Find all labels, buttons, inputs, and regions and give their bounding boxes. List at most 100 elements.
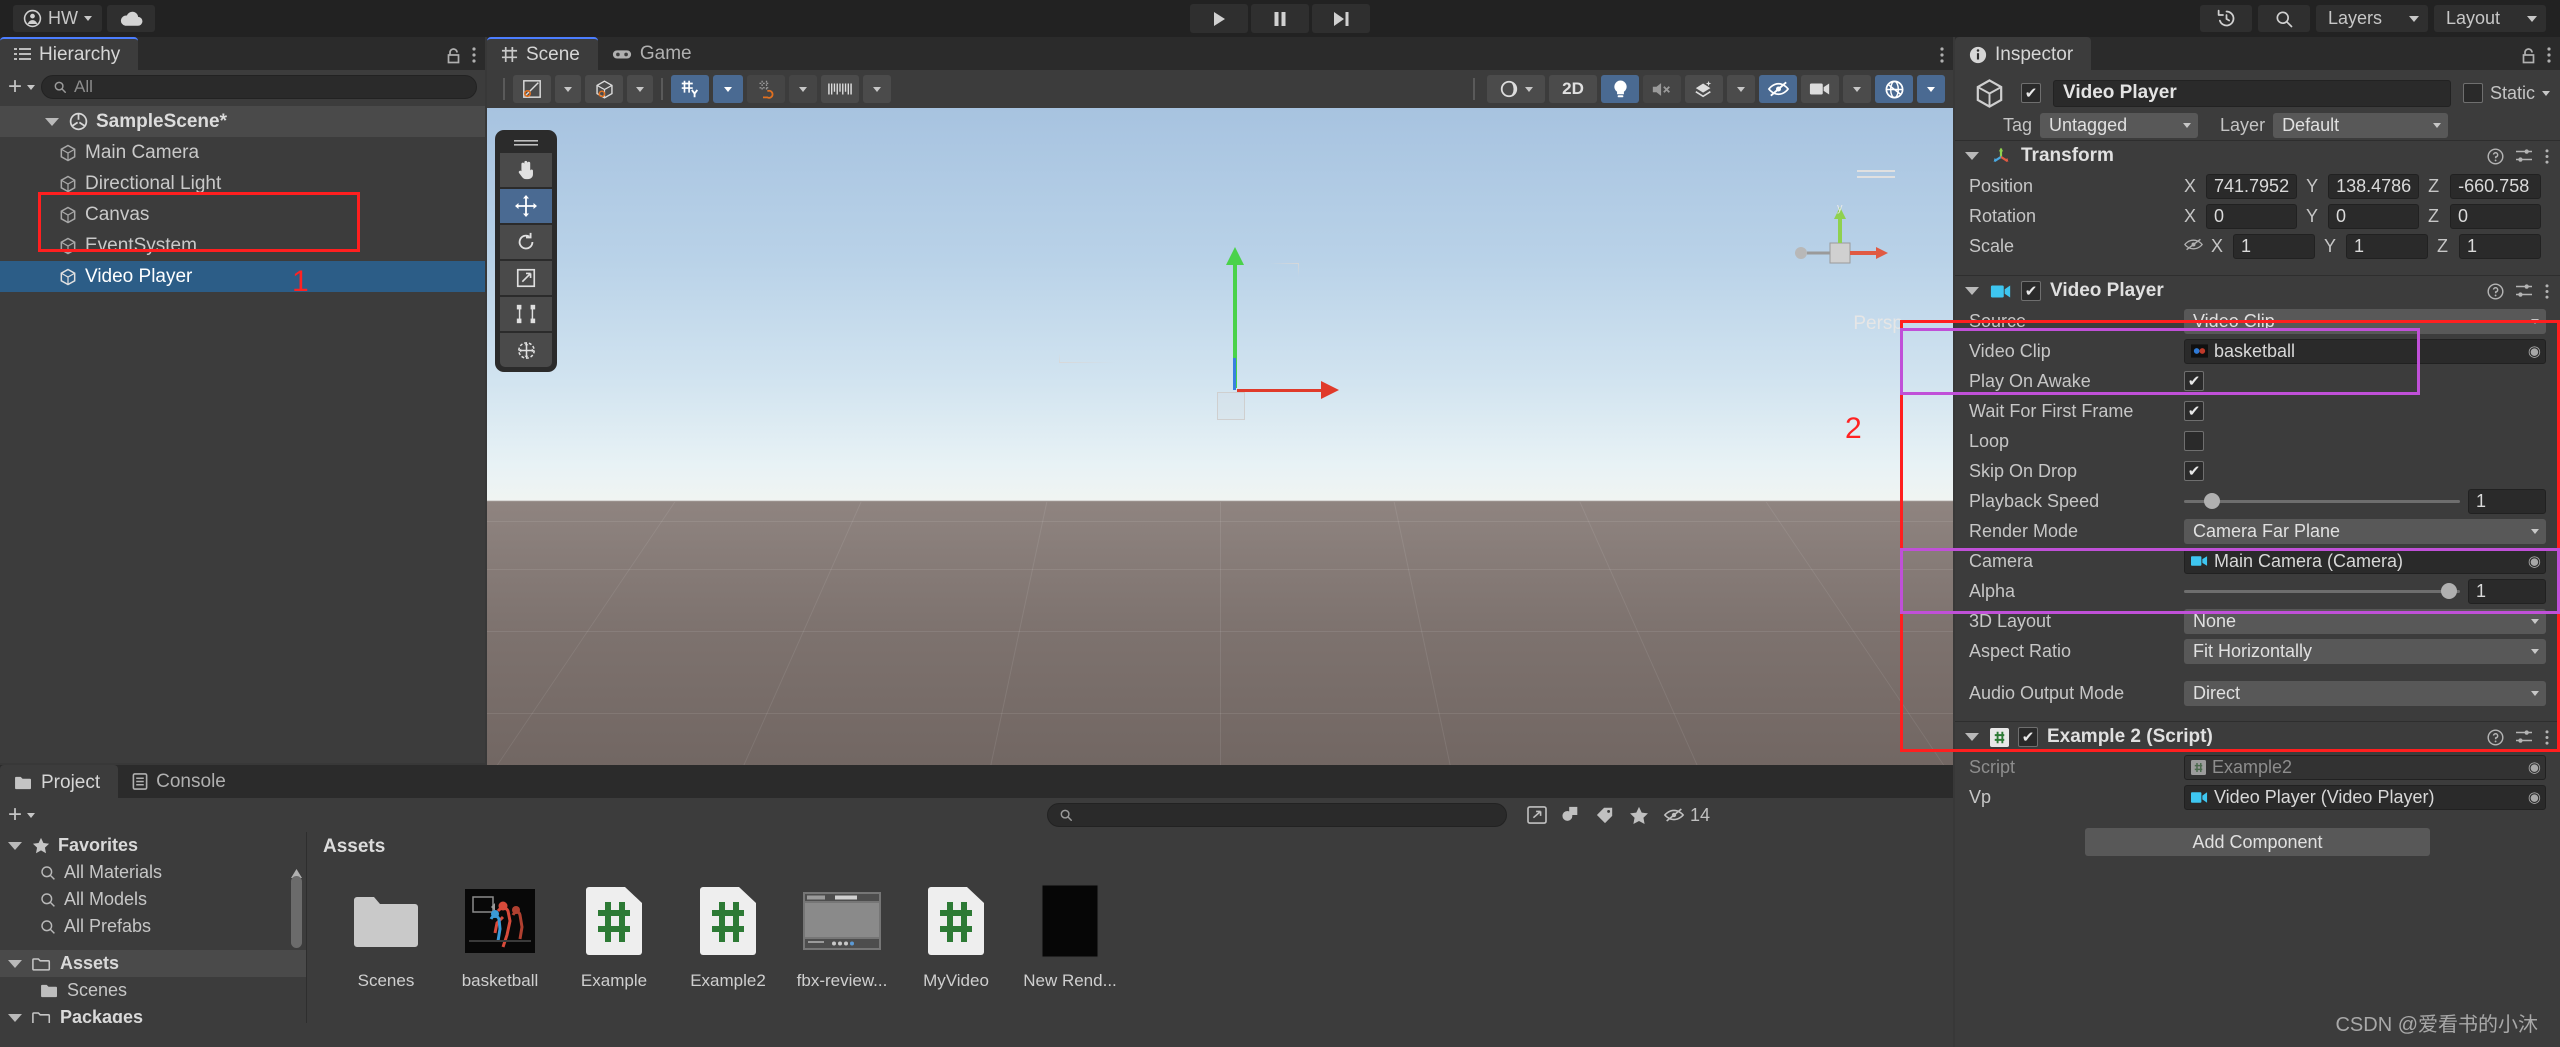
- favorites-star-icon[interactable]: [1629, 806, 1649, 825]
- snap-increment-dropdown[interactable]: [789, 75, 817, 103]
- hierarchy-item-eventsystem[interactable]: EventSystem: [0, 230, 485, 261]
- aspect-ratio-dropdown[interactable]: Fit Horizontally: [2184, 638, 2546, 664]
- play-on-awake-checkbox[interactable]: ✔: [2184, 371, 2204, 391]
- project-tree-assets[interactable]: Assets: [0, 950, 306, 977]
- help-icon[interactable]: [2487, 147, 2504, 165]
- chevron-down-icon[interactable]: [45, 117, 59, 126]
- chevron-down-icon[interactable]: [8, 1013, 22, 1022]
- help-icon[interactable]: [2487, 728, 2504, 746]
- object-picker-icon[interactable]: ◉: [2528, 342, 2541, 360]
- skip-on-drop-checkbox[interactable]: ✔: [2184, 461, 2204, 481]
- project-tree-all-prefabs[interactable]: All Prefabs: [0, 913, 306, 940]
- chevron-down-icon[interactable]: [1965, 287, 1979, 295]
- grid-snap-toggle[interactable]: [671, 75, 709, 103]
- kebab-menu-icon[interactable]: [2544, 148, 2550, 165]
- hand-tool-button[interactable]: [500, 153, 552, 187]
- chevron-down-icon[interactable]: [2542, 90, 2550, 96]
- toggle-2d-button[interactable]: 2D: [1549, 75, 1597, 103]
- script-enabled-checkbox[interactable]: ✔: [2018, 727, 2038, 747]
- cloud-button[interactable]: [107, 5, 155, 32]
- hierarchy-search-input[interactable]: All: [41, 75, 477, 99]
- chevron-down-icon[interactable]: [8, 959, 22, 968]
- project-tree-scenes[interactable]: Scenes: [0, 977, 306, 1004]
- pivot-mode-button[interactable]: [513, 75, 551, 103]
- tab-hierarchy[interactable]: Hierarchy: [0, 37, 139, 70]
- project-tree-favorites[interactable]: Favorites: [0, 832, 306, 859]
- account-button[interactable]: HW: [13, 5, 102, 32]
- chevron-down-icon[interactable]: [1965, 152, 1979, 160]
- video-player-component-header[interactable]: ✔ Video Player: [1955, 275, 2560, 306]
- pause-button[interactable]: [1251, 4, 1309, 33]
- asset-item-example[interactable]: Example: [557, 880, 671, 991]
- asset-item-fbx-review[interactable]: fbx-review...: [785, 880, 899, 991]
- tag-dropdown[interactable]: Untagged: [2040, 112, 2199, 138]
- hierarchy-item-directional-light[interactable]: Directional Light: [0, 168, 485, 199]
- kebab-menu-icon[interactable]: [2544, 283, 2550, 300]
- loop-checkbox[interactable]: [2184, 431, 2204, 451]
- transform-tool-button[interactable]: [500, 333, 552, 367]
- vp-object-field[interactable]: Video Player (Video Player) ◉: [2184, 784, 2546, 810]
- step-button[interactable]: [1312, 4, 1370, 33]
- position-x-input[interactable]: 741.7952: [2206, 173, 2298, 199]
- snap-increment-toggle[interactable]: [747, 75, 785, 103]
- playback-speed-input[interactable]: 1: [2468, 488, 2546, 514]
- tab-project[interactable]: Project: [0, 765, 119, 798]
- scale-x-input[interactable]: 1: [2233, 233, 2315, 259]
- project-add-button[interactable]: +: [8, 803, 36, 827]
- move-gizmo-x-axis[interactable]: [1237, 381, 1339, 399]
- scene-camera-settings-button[interactable]: [821, 75, 859, 103]
- layers-dropdown[interactable]: Layers: [2316, 5, 2428, 32]
- alpha-slider[interactable]: [2184, 582, 2460, 599]
- scene-orientation-gizmo[interactable]: y: [1785, 203, 1895, 303]
- render-mode-dropdown[interactable]: Camera Far Plane: [2184, 518, 2546, 544]
- constrain-proportions-off-icon[interactable]: [2184, 236, 2203, 257]
- lock-icon[interactable]: [2521, 47, 2536, 64]
- alpha-input[interactable]: 1: [2468, 578, 2546, 604]
- asset-item-example2[interactable]: Example2: [671, 880, 785, 991]
- undo-history-button[interactable]: [2200, 5, 2252, 32]
- source-dropdown[interactable]: Video Clip: [2184, 308, 2546, 334]
- asset-item-scenes[interactable]: Scenes: [329, 880, 443, 991]
- shading-mode-dropdown[interactable]: [1487, 75, 1545, 103]
- filter-by-label-icon[interactable]: [1595, 806, 1615, 824]
- play-button[interactable]: [1190, 4, 1248, 33]
- lock-icon[interactable]: [446, 47, 461, 64]
- hierarchy-item-main-camera[interactable]: Main Camera: [0, 137, 485, 168]
- slider-knob[interactable]: [2203, 492, 2220, 509]
- handle-space-button[interactable]: [585, 75, 623, 103]
- project-tree-scrollbar[interactable]: [291, 862, 302, 1022]
- layer-dropdown[interactable]: Default: [2273, 112, 2449, 138]
- kebab-menu-icon[interactable]: [471, 46, 477, 64]
- hidden-objects-toggle[interactable]: [1759, 75, 1797, 103]
- playback-speed-slider[interactable]: [2184, 492, 2460, 509]
- add-component-button[interactable]: Add Component: [2085, 828, 2430, 856]
- scene-viewport[interactable]: y Persp: [487, 108, 1953, 796]
- layout3d-dropdown[interactable]: None: [2184, 608, 2546, 634]
- scale-y-input[interactable]: 1: [2346, 233, 2428, 259]
- hierarchy-add-button[interactable]: +: [8, 75, 36, 99]
- tab-game[interactable]: Game: [598, 37, 710, 70]
- tab-inspector[interactable]: Inspector: [1955, 37, 2092, 70]
- gizmos-chevron[interactable]: [1917, 75, 1945, 103]
- tab-console[interactable]: Console: [118, 765, 244, 798]
- scene-projection-label[interactable]: Persp: [1853, 313, 1903, 335]
- rotation-y-input[interactable]: 0: [2328, 203, 2419, 229]
- transform-component-header[interactable]: Transform: [1955, 140, 2560, 171]
- position-z-input[interactable]: -660.758: [2450, 173, 2541, 199]
- move-gizmo-plane-handle[interactable]: [1217, 392, 1245, 420]
- rotate-tool-button[interactable]: [500, 225, 552, 259]
- wait-first-frame-checkbox[interactable]: ✔: [2184, 401, 2204, 421]
- kebab-menu-icon[interactable]: [2546, 46, 2552, 64]
- position-y-input[interactable]: 138.4786: [2328, 173, 2420, 199]
- rect-tool-button[interactable]: [500, 297, 552, 331]
- asset-item-new-render-texture[interactable]: New Rend...: [1013, 880, 1127, 991]
- layout-dropdown[interactable]: Layout: [2434, 5, 2546, 32]
- kebab-menu-icon[interactable]: [1939, 46, 1945, 64]
- scene-camera-dropdown[interactable]: [1801, 75, 1839, 103]
- script-component-header[interactable]: ✔ Example 2 (Script): [1955, 721, 2560, 752]
- scene-fx-chevron[interactable]: [1727, 75, 1755, 103]
- preset-icon[interactable]: [2515, 148, 2533, 164]
- asset-item-basketball[interactable]: basketball: [443, 880, 557, 991]
- asset-item-myvideo[interactable]: MyVideo: [899, 880, 1013, 991]
- audio-output-mode-dropdown[interactable]: Direct: [2184, 680, 2546, 706]
